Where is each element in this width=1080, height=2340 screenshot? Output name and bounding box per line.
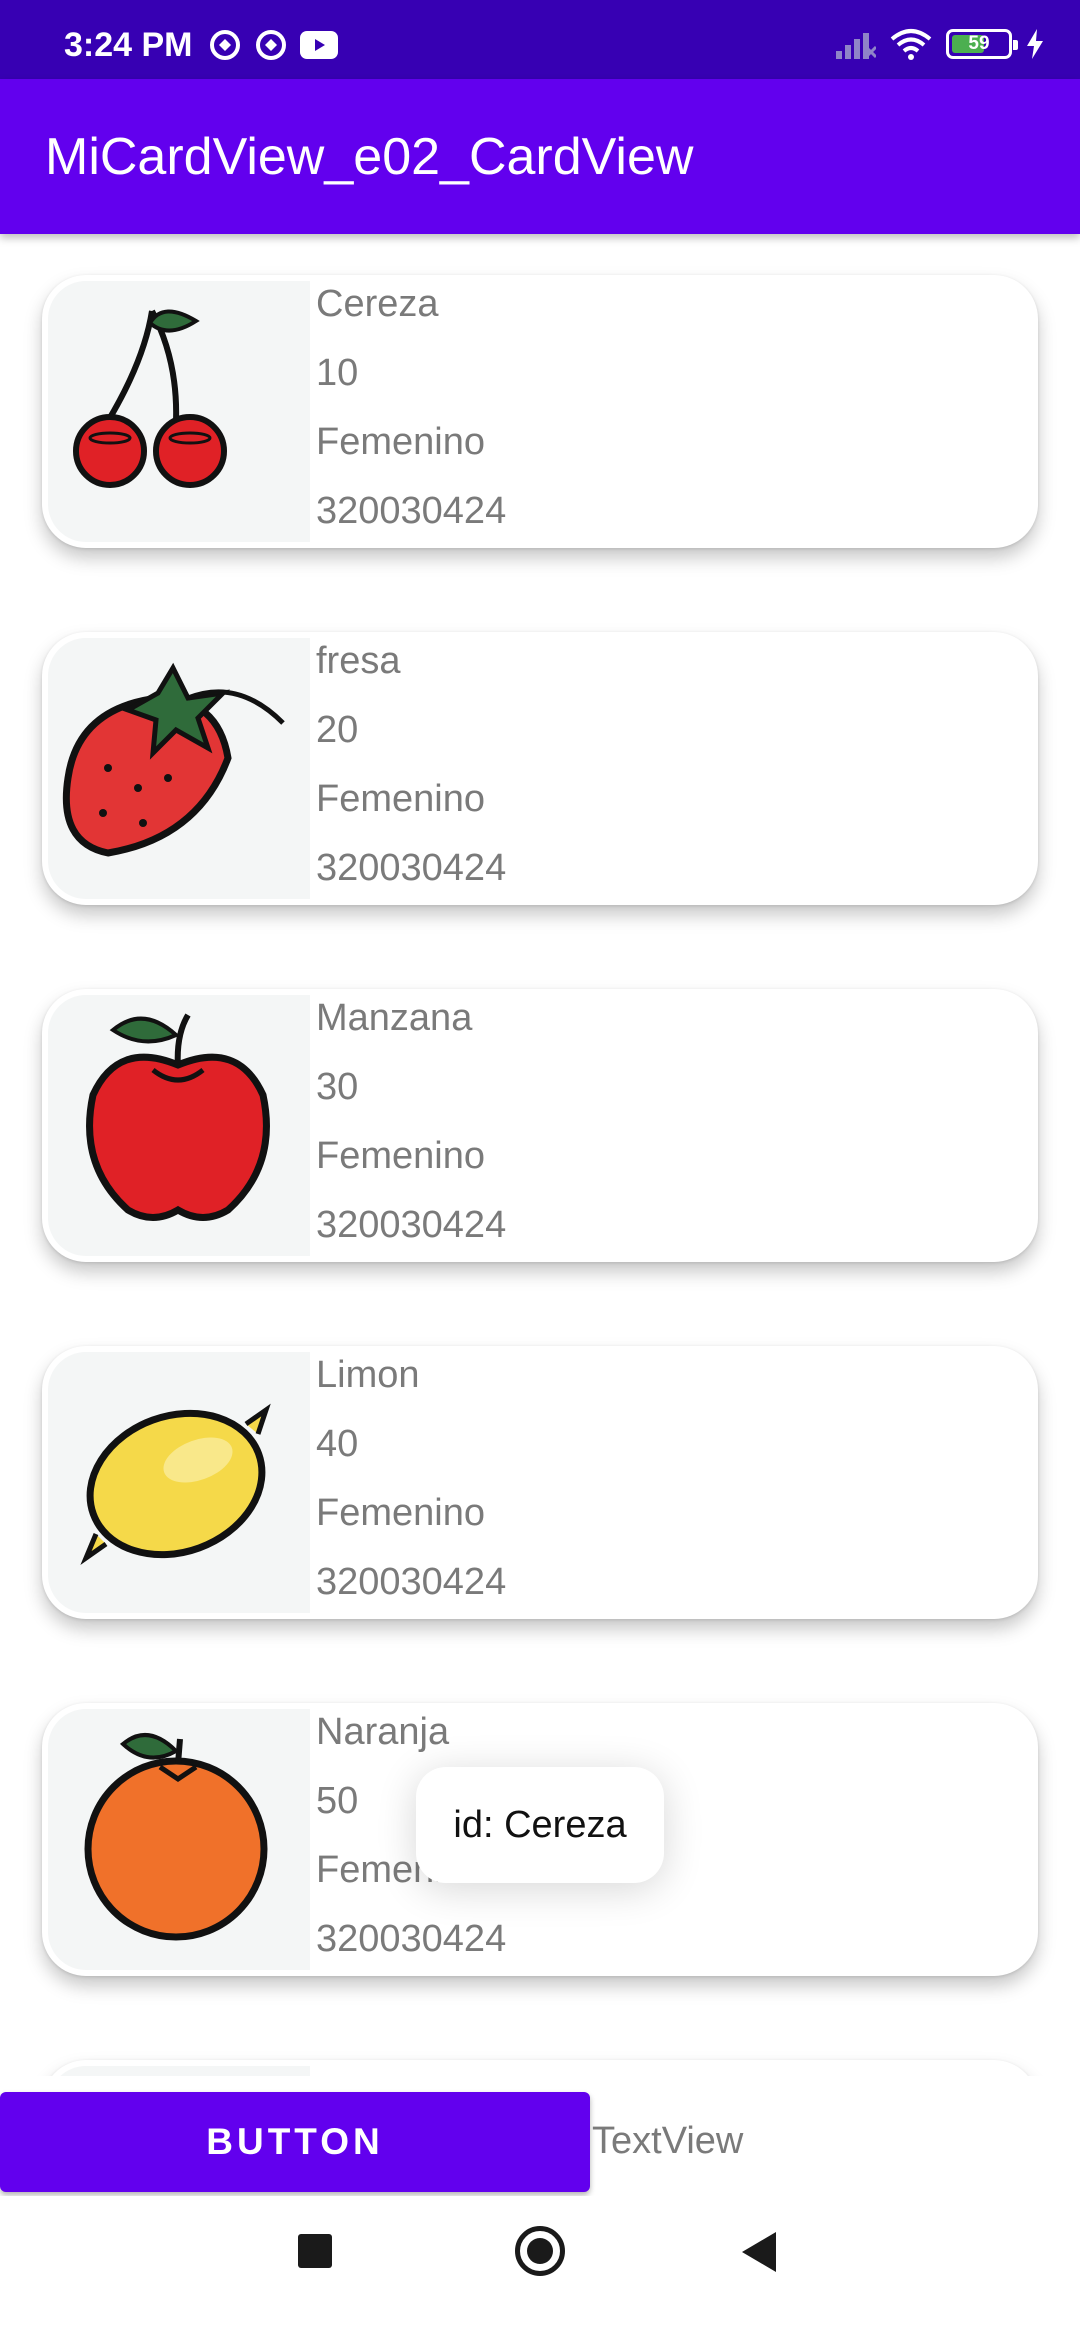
card-name: Naranja: [316, 1711, 450, 1753]
card-name: Manzana: [316, 997, 473, 1039]
card-text: fresa 20 Femenino 320030424: [316, 634, 506, 905]
back-icon[interactable]: [742, 2232, 776, 2272]
data-saver-icon: [210, 30, 240, 60]
youtube-icon: [300, 31, 338, 59]
card-image: [48, 1709, 310, 1970]
status-icons-left: [208, 28, 338, 62]
battery-percent: 59: [968, 33, 990, 54]
card-text: Manzana 30 Femenino 320030424: [316, 991, 506, 1262]
charging-icon: [1027, 29, 1043, 59]
main-button[interactable]: BUTTON: [0, 2092, 590, 2192]
fruit-card-cereza[interactable]: Cereza 10 Femenino 320030424: [42, 275, 1038, 548]
card-gender: Femenino: [316, 778, 485, 820]
card-gender: Femenino: [316, 1492, 485, 1534]
recents-icon[interactable]: [298, 2234, 332, 2268]
card-number: 20: [316, 709, 359, 751]
status-bar: 3:24 PM 59: [0, 0, 1080, 79]
card-id: 320030424: [316, 1204, 507, 1246]
bottom-textview: TextView: [592, 2120, 744, 2162]
data-saver-icon: [256, 30, 286, 60]
cherry-icon: [73, 309, 227, 488]
bottom-bar: BUTTON TextView: [0, 2076, 1080, 2196]
card-gender: Femenino: [316, 1135, 485, 1177]
home-icon[interactable]: [515, 2226, 565, 2276]
strawberry-icon: [62, 662, 285, 857]
card-name: Cereza: [316, 283, 439, 325]
card-number: 30: [316, 1066, 359, 1108]
fruit-card-partial[interactable]: [42, 2060, 1038, 2076]
card-gender: Femenino: [316, 421, 485, 463]
wifi-icon: [890, 29, 932, 60]
fruit-card-fresa[interactable]: fresa 20 Femenino 320030424: [42, 632, 1038, 905]
card-image: [48, 2066, 310, 2076]
fruit-card-manzana[interactable]: Manzana 30 Femenino 320030424: [42, 989, 1038, 1262]
card-number: 40: [316, 1423, 359, 1465]
apple-icon: [86, 1013, 270, 1221]
card-text: Cereza 10 Femenino 320030424: [316, 277, 506, 548]
card-text: Limon 40 Femenino 320030424: [316, 1348, 506, 1619]
card-id: 320030424: [316, 1918, 507, 1960]
signal-icon: [836, 33, 876, 59]
app-bar: MiCardView_e02_CardView: [0, 79, 1080, 234]
orange-icon: [84, 1733, 268, 1941]
lemon-icon: [80, 1403, 271, 1565]
card-id: 320030424: [316, 847, 507, 889]
card-image: [48, 638, 310, 899]
card-image: [48, 281, 310, 542]
navigation-bar: [0, 2196, 1080, 2340]
card-name: fresa: [316, 640, 401, 682]
app-title: MiCardView_e02_CardView: [45, 128, 694, 186]
card-image: [48, 995, 310, 1256]
card-id: 320030424: [316, 490, 507, 532]
toast: id: Cereza: [416, 1767, 664, 1883]
battery-icon: 59: [946, 29, 1018, 59]
card-number: 10: [316, 352, 359, 394]
card-image: [48, 1352, 310, 1613]
card-id: 320030424: [316, 1561, 507, 1603]
status-icons-right: 59: [836, 28, 1044, 60]
status-time: 3:24 PM: [64, 26, 193, 64]
fruit-card-limon[interactable]: Limon 40 Femenino 320030424: [42, 1346, 1038, 1619]
card-name: Limon: [316, 1354, 420, 1396]
